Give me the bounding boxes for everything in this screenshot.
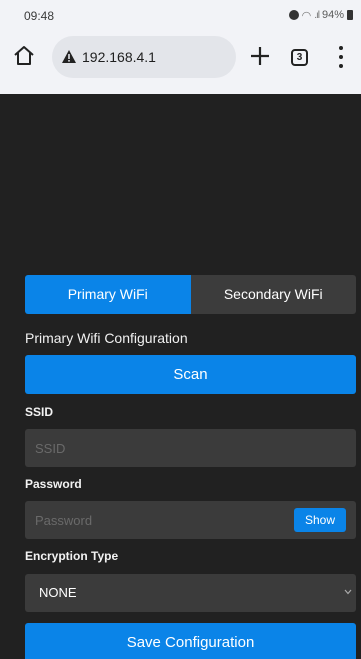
ssid-label: SSID [25, 405, 54, 419]
encryption-type-value: NONE [39, 585, 77, 600]
url-text: 192.168.4.1 [82, 49, 156, 65]
status-icons: ◠ .ıl 94% [288, 8, 353, 22]
status-time: 09:48 [24, 9, 55, 23]
save-configuration-button[interactable]: Save Configuration [25, 623, 356, 659]
home-icon[interactable] [12, 44, 36, 68]
wifi-tabs: Primary WiFi Secondary WiFi [25, 275, 356, 314]
status-bar: 09:48 ◠ .ıl 94% [0, 0, 361, 28]
scan-button[interactable]: Scan [25, 355, 356, 394]
page-content: Primary WiFi Secondary WiFi Primary Wifi… [0, 94, 361, 659]
chevron-down-icon [344, 589, 352, 595]
tab-primary-wifi[interactable]: Primary WiFi [25, 275, 191, 314]
battery-percent: 94% [321, 9, 344, 21]
wifi-icon: ◠ [301, 9, 312, 22]
tab-secondary-wifi[interactable]: Secondary WiFi [190, 275, 356, 314]
ssid-input[interactable] [25, 429, 356, 467]
browser-toolbar: 192.168.4.1 3 [0, 28, 361, 94]
encryption-type-label: Encryption Type [25, 549, 119, 563]
tab-switcher-button[interactable]: 3 [291, 49, 308, 66]
encryption-type-select[interactable]: NONE [25, 574, 356, 612]
alarm-icon [288, 10, 299, 20]
overflow-menu-icon[interactable] [338, 46, 344, 68]
show-password-button[interactable]: Show [294, 508, 346, 532]
address-bar[interactable]: 192.168.4.1 [52, 36, 236, 78]
signal-icon: .ıl [314, 9, 320, 21]
new-tab-plus-icon[interactable] [248, 44, 272, 68]
battery-icon [347, 10, 353, 20]
tab-count: 3 [296, 52, 303, 63]
not-secure-warning-icon[interactable] [62, 50, 76, 63]
password-label: Password [25, 477, 82, 491]
section-title: Primary Wifi Configuration [25, 330, 188, 346]
